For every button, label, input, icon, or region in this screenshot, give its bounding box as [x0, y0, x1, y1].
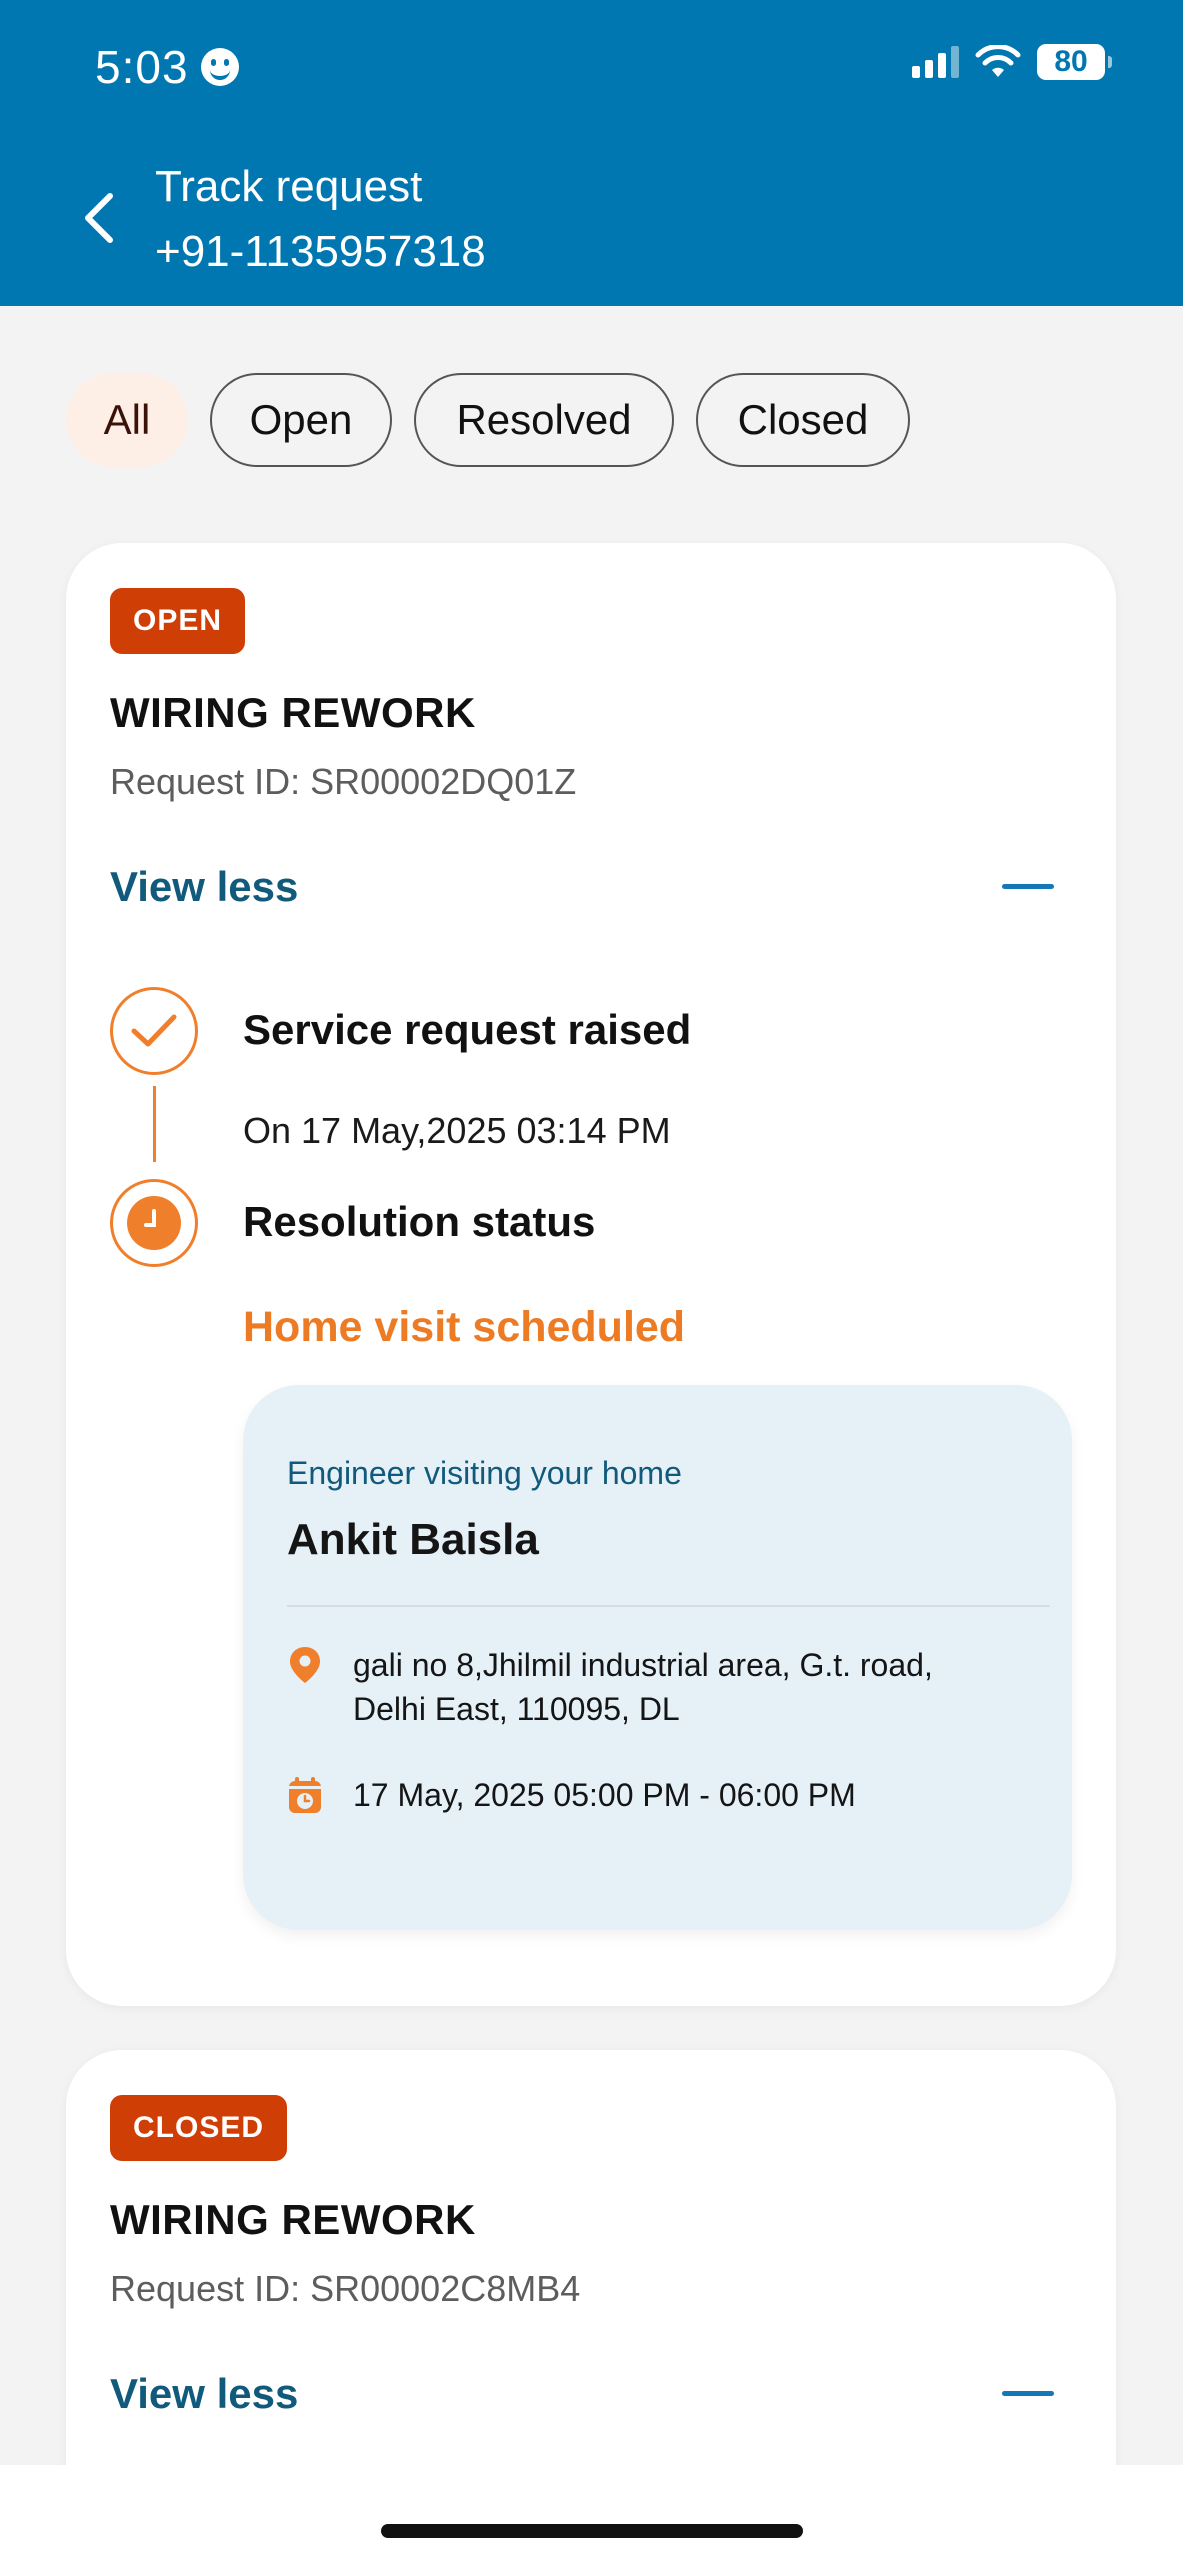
status-badge: CLOSED	[110, 2095, 288, 2161]
address-text: gali no 8,Jhilmil industrial area, G.t. …	[353, 1643, 933, 1731]
app-header: 5:03 80 Track request +91-1135957318	[0, 0, 1183, 306]
filter-chip-open[interactable]: Open	[210, 373, 392, 467]
clock-circle-icon	[110, 1179, 198, 1267]
home-indicator[interactable]	[381, 2524, 803, 2538]
back-arrow-icon[interactable]	[80, 188, 116, 248]
location-pin-icon	[290, 1647, 320, 1683]
view-less-link[interactable]: View less	[110, 2370, 298, 2418]
filter-chip-closed[interactable]: Closed	[696, 373, 910, 467]
time-slot-row: 17 May, 2025 05:00 PM - 06:00 PM	[287, 1773, 1032, 1817]
address-row: gali no 8,Jhilmil industrial area, G.t. …	[287, 1643, 1032, 1731]
visit-label: Engineer visiting your home	[287, 1455, 682, 1491]
clock-text: 5:03	[95, 41, 189, 93]
filter-chip-all[interactable]: All	[66, 373, 188, 467]
calendar-clock-icon	[289, 1777, 321, 1813]
status-badge: OPEN	[110, 588, 246, 654]
request-title: WIRING REWORK	[110, 689, 476, 736]
bottom-safe-area	[0, 2465, 1183, 2560]
resolution-status-text: Home visit scheduled	[243, 1303, 686, 1351]
request-id: Request ID: SR00002DQ01Z	[110, 761, 577, 802]
request-id: Request ID: SR00002C8MB4	[110, 2268, 581, 2309]
collapse-minus-icon[interactable]	[1002, 2391, 1054, 2396]
page-title: Track request	[155, 162, 423, 211]
timeline-step-heading: Service request raised	[243, 1006, 692, 1053]
status-bar-time: 5:03	[95, 40, 239, 94]
battery-level: 80	[1054, 45, 1088, 78]
wifi-icon	[975, 45, 1021, 77]
request-card: OPEN WIRING REWORK Request ID: SR00002DQ…	[66, 543, 1116, 2006]
filter-chip-resolved[interactable]: Resolved	[414, 373, 674, 467]
divider	[287, 1605, 1050, 1607]
engineer-name: Ankit Baisla	[287, 1515, 539, 1564]
timeline-step-date: On 17 May,2025 03:14 PM	[243, 1110, 671, 1151]
check-circle-icon	[110, 987, 198, 1075]
collapse-minus-icon[interactable]	[1002, 884, 1054, 889]
engineer-visit-card: Engineer visiting your home Ankit Baisla…	[243, 1385, 1072, 1930]
timeline-connector	[153, 1086, 156, 1162]
status-bar-indicators: 80	[912, 44, 1112, 80]
cellular-signal-icon	[912, 46, 959, 78]
address-line: gali no 8,Jhilmil industrial area, G.t. …	[353, 1647, 933, 1683]
view-less-link[interactable]: View less	[110, 863, 298, 911]
battery-icon: 80	[1037, 44, 1112, 80]
address-line: Delhi East, 110095, DL	[353, 1691, 680, 1727]
request-title: WIRING REWORK	[110, 2196, 476, 2243]
timeline-step-heading: Resolution status	[243, 1198, 596, 1245]
time-slot-text: 17 May, 2025 05:00 PM - 06:00 PM	[353, 1777, 856, 1813]
phone-number: +91-1135957318	[155, 227, 486, 276]
smiley-icon	[200, 48, 239, 86]
